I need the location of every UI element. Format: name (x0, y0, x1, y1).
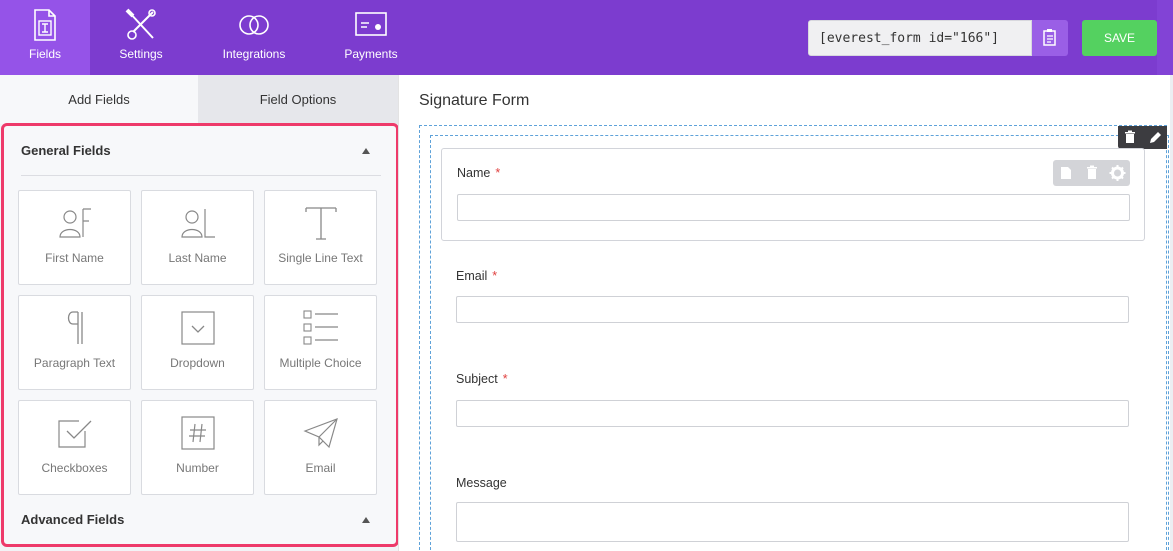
tile-label: Dropdown (170, 356, 225, 370)
integrations-icon (239, 15, 269, 35)
tile-label: Email (305, 461, 336, 475)
scrollbar-track (1157, 0, 1173, 75)
settings-icon (125, 8, 156, 40)
trash-icon[interactable] (1079, 160, 1104, 186)
tab-payments-label: Payments (344, 47, 398, 61)
field-label: Email * (456, 269, 497, 283)
clipboard-icon (1043, 29, 1056, 46)
required-mark: * (502, 372, 508, 386)
dropdown-icon (180, 311, 215, 345)
field-tile-checkboxes[interactable]: Checkboxes (18, 400, 131, 495)
tile-label: Last Name (168, 251, 227, 265)
field-tile-last-name[interactable]: Last Name (141, 190, 254, 285)
form-title: Signature Form (419, 92, 530, 109)
tile-label: Checkboxes (41, 461, 108, 475)
tab-field-options[interactable]: Field Options (198, 75, 398, 124)
name-input[interactable] (457, 194, 1130, 221)
number-icon (180, 416, 215, 450)
form-field-email[interactable]: Email * (441, 255, 1145, 335)
field-label: Name * (457, 166, 500, 180)
form-field-name[interactable]: Name * (441, 148, 1145, 241)
first-name-icon (58, 208, 91, 238)
field-label-text: Message (456, 476, 507, 490)
subject-input[interactable] (456, 400, 1129, 427)
tile-label: Single Line Text (278, 251, 363, 265)
tab-settings[interactable]: Settings (96, 0, 186, 75)
required-mark: * (492, 269, 498, 283)
pencil-icon[interactable] (1143, 126, 1167, 149)
tab-payments[interactable]: Payments (326, 0, 416, 75)
email-input[interactable] (456, 296, 1129, 323)
tile-label: First Name (45, 251, 104, 265)
tile-label: Number (176, 461, 219, 475)
general-fields-highlight: General Fields First Name Last Name Sing… (1, 123, 399, 547)
field-label: Subject * (456, 372, 508, 386)
message-textarea[interactable] (456, 502, 1129, 542)
tab-integrations[interactable]: Integrations (209, 0, 299, 75)
gear-icon[interactable] (1105, 160, 1130, 186)
field-tile-paragraph-text[interactable]: Paragraph Text (18, 295, 131, 390)
advanced-fields-title: Advanced Fields (21, 512, 125, 527)
divider (21, 175, 381, 176)
tab-add-fields[interactable]: Add Fields (0, 75, 198, 124)
field-tile-single-line-text[interactable]: Single Line Text (264, 190, 377, 285)
form-builder-canvas: Signature Form Name * Email * Subject * … (398, 75, 1173, 551)
field-tile-dropdown[interactable]: Dropdown (141, 295, 254, 390)
collapse-caret-icon[interactable] (362, 148, 370, 154)
copy-shortcode-button[interactable] (1032, 20, 1068, 56)
fields-sidebar: Add Fields Field Options General Fields … (0, 75, 399, 551)
single-line-text-icon (304, 207, 337, 240)
field-label-text: Name (457, 166, 491, 180)
shortcode-field[interactable] (808, 20, 1032, 56)
field-tile-number[interactable]: Number (141, 400, 254, 495)
collapse-caret-icon[interactable] (362, 517, 370, 523)
last-name-icon (180, 209, 215, 238)
general-fields-title: General Fields (21, 143, 111, 158)
top-toolbar: Fields Settings Integrations Payments [e… (0, 0, 1173, 75)
email-icon (302, 418, 338, 449)
required-mark: * (495, 166, 501, 180)
field-tile-email[interactable]: Email (264, 400, 377, 495)
field-label-text: Subject (456, 372, 498, 386)
tile-label: Multiple Choice (279, 356, 362, 370)
field-label-text: Email (456, 269, 488, 283)
paragraph-icon (67, 311, 83, 344)
field-actions (1053, 160, 1130, 186)
trash-icon[interactable] (1118, 126, 1142, 149)
tile-label: Paragraph Text (33, 356, 116, 370)
tab-settings-label: Settings (119, 47, 163, 61)
tab-fields[interactable]: Fields (0, 0, 90, 75)
checkbox-icon (57, 420, 91, 448)
tab-fields-label: Fields (28, 47, 61, 61)
save-button[interactable]: SAVE (1082, 20, 1157, 56)
row-actions (1118, 126, 1167, 149)
field-label: Message (456, 476, 507, 490)
form-field-message[interactable]: Message (441, 462, 1145, 551)
tab-integrations-label: Integrations (222, 47, 286, 61)
duplicate-icon[interactable] (1053, 160, 1078, 186)
field-tile-multiple-choice[interactable]: Multiple Choice (264, 295, 377, 390)
fields-icon (34, 9, 56, 41)
payments-icon (355, 12, 387, 36)
form-field-subject[interactable]: Subject * (441, 358, 1145, 438)
field-tile-first-name[interactable]: First Name (18, 190, 131, 285)
multiple-choice-icon (302, 310, 338, 345)
